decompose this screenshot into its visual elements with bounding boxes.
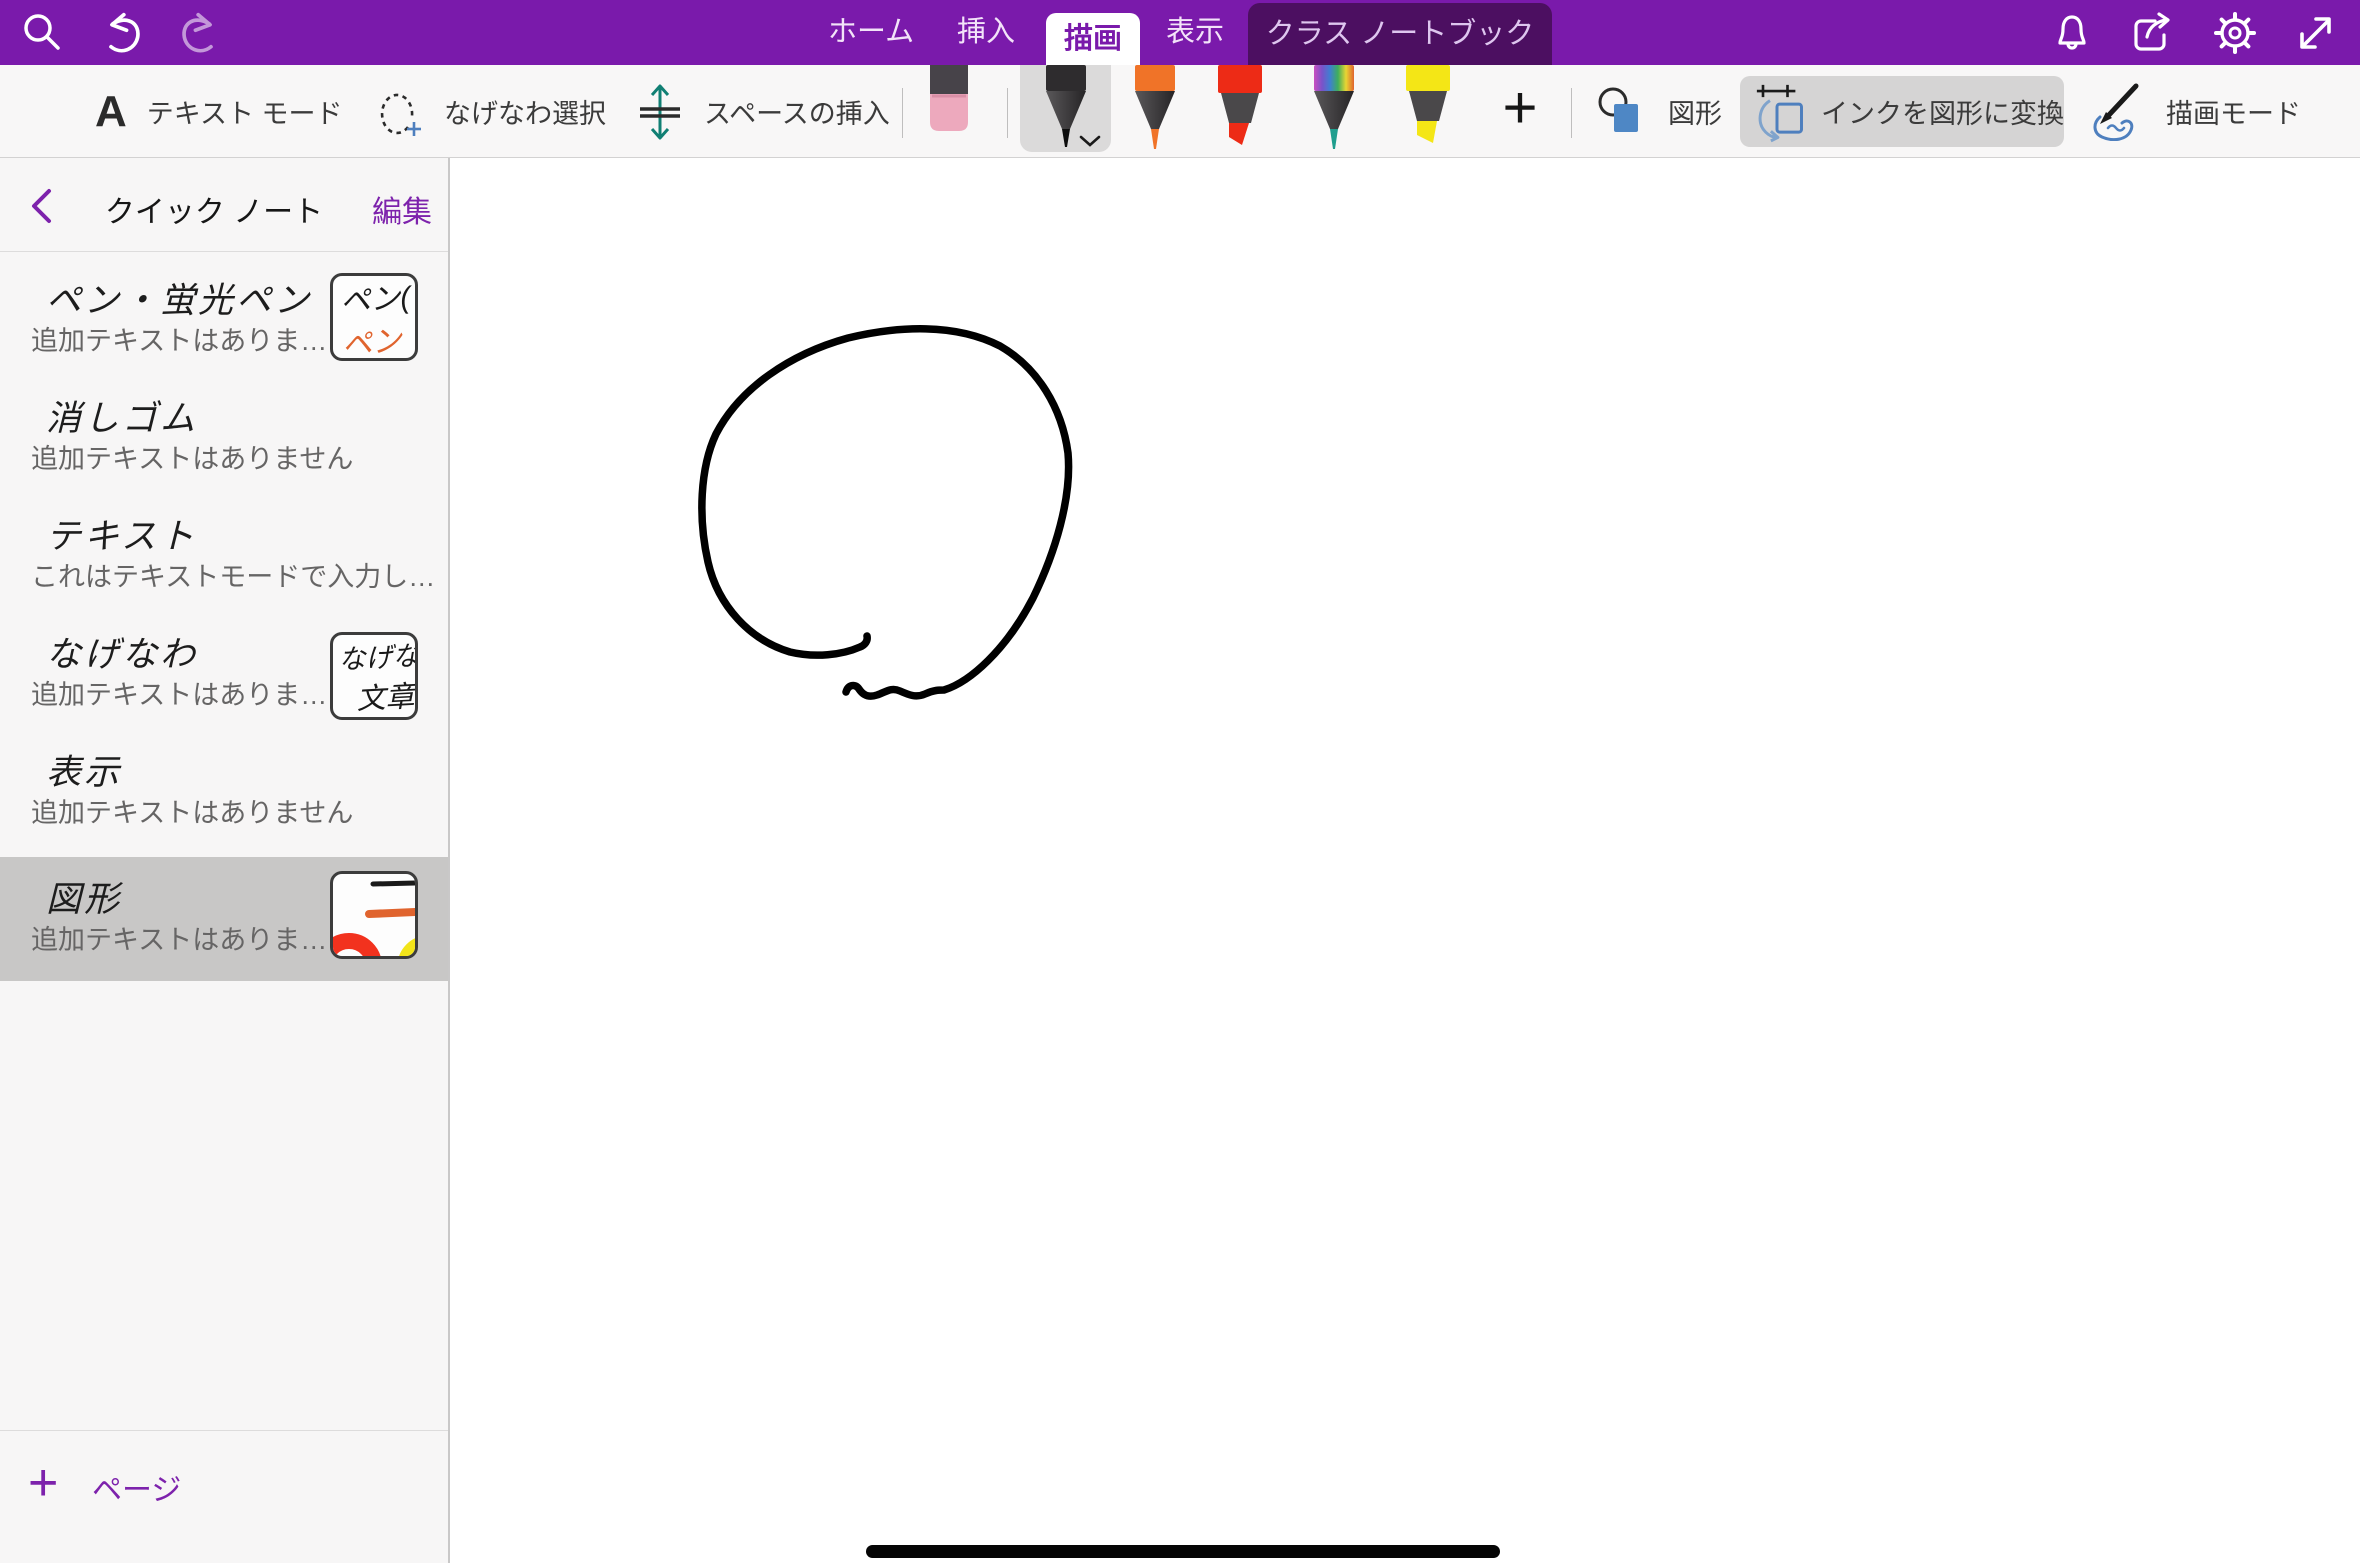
page-item-pen-highlighter[interactable]: ペン・蛍光ペン 追加テキストはありま… ペン( ペン xyxy=(0,262,448,380)
page-title: 表示 xyxy=(46,744,122,795)
home-indicator-bar[interactable] xyxy=(866,1545,1500,1558)
red-marker[interactable] xyxy=(1214,65,1266,151)
svg-text:ペン(: ペン( xyxy=(339,281,414,319)
tab-view[interactable]: 表示 xyxy=(1166,0,1224,65)
insert-space-icon xyxy=(638,83,684,141)
page-item-eraser[interactable]: 消しゴム 追加テキストはありません xyxy=(0,380,448,498)
redo-icon[interactable] xyxy=(178,11,222,55)
lasso-icon xyxy=(378,85,424,139)
page-title: テキスト xyxy=(46,508,197,559)
page-subtitle: 追加テキストはありま… xyxy=(31,319,327,358)
page-title: なげなわ xyxy=(46,626,198,677)
page-item-shapes-selected[interactable]: 図形 追加テキストはありま… xyxy=(0,857,448,981)
notebook-section-title: クイック ノート xyxy=(70,187,358,231)
text-mode-label: テキスト モード xyxy=(147,92,343,131)
page-subtitle: 追加テキストはありません xyxy=(31,791,353,830)
svg-text:文章を: 文章を xyxy=(356,679,418,716)
page-subtitle: 追加テキストはありません xyxy=(31,437,353,476)
ink-to-shape-label: インクを図形に変換 xyxy=(1821,92,2064,131)
edit-button[interactable]: 編集 xyxy=(372,187,432,231)
add-pen-button[interactable]: + xyxy=(1492,79,1548,139)
page-item-text[interactable]: テキスト これはテキストモードで入力し… xyxy=(0,498,448,616)
top-app-bar: ホーム 挿入 描画 表示 クラス ノートブック xyxy=(0,0,2360,65)
svg-text:なげな: なげな xyxy=(338,641,418,675)
page-subtitle: 追加テキストはありま… xyxy=(31,673,327,712)
page-item-view[interactable]: 表示 追加テキストはありません xyxy=(0,734,448,852)
page-title: ペン・蛍光ペン xyxy=(46,272,312,323)
page-item-lasso[interactable]: なげなわ 追加テキストはありま… なげな 文章を xyxy=(0,616,448,734)
page-thumbnail: なげな 文章を xyxy=(330,632,418,720)
page-title: 図形 xyxy=(46,871,122,922)
gear-icon[interactable] xyxy=(2213,11,2257,55)
shapes-label: 図形 xyxy=(1668,92,1722,131)
bell-icon[interactable] xyxy=(2050,11,2094,55)
back-chevron-icon[interactable] xyxy=(28,188,54,224)
tab-class-notebook[interactable]: クラス ノートブック xyxy=(1248,3,1552,65)
shapes-button[interactable]: 図形 xyxy=(1596,65,1722,158)
draw-mode-icon xyxy=(2086,83,2146,141)
ink-stroke-circle xyxy=(450,158,2360,1563)
divider xyxy=(1571,88,1572,138)
page-thumbnail: ペン( ペン xyxy=(330,273,418,361)
tab-draw[interactable]: 描画 xyxy=(1046,13,1140,65)
expand-icon[interactable] xyxy=(2294,11,2338,55)
insert-space-label: スペースの挿入 xyxy=(704,92,890,131)
sidebar-header: クイック ノート 編集 xyxy=(0,158,448,252)
add-page-plus-icon[interactable]: + xyxy=(28,1453,58,1513)
chevron-down-icon[interactable] xyxy=(1079,135,1101,147)
page-subtitle: これはテキストモードで入力し… xyxy=(31,555,435,594)
ink-to-shape-icon xyxy=(1756,79,1805,145)
divider xyxy=(1007,88,1008,138)
rainbow-pen[interactable] xyxy=(1309,65,1359,153)
text-mode-icon: A xyxy=(95,90,127,134)
svg-text:ペン: ペン xyxy=(340,324,405,361)
draw-mode-button[interactable]: 描画モード xyxy=(2086,65,2301,158)
sidebar-footer: + ページ xyxy=(0,1430,448,1563)
ink-to-shape-button[interactable]: インクを図形に変換 xyxy=(1740,76,2064,147)
undo-icon[interactable] xyxy=(100,11,144,55)
tab-home[interactable]: ホーム xyxy=(828,0,914,65)
page-title: 消しゴム xyxy=(46,390,198,441)
shapes-icon xyxy=(1596,86,1648,138)
draw-ribbon: A テキスト モード なげなわ選択 スペースの挿入 xyxy=(0,65,2360,158)
draw-mode-label: 描画モード xyxy=(2166,92,2301,131)
page-thumbnail xyxy=(330,871,418,959)
drawing-canvas[interactable] xyxy=(450,158,2360,1563)
share-icon[interactable] xyxy=(2129,11,2173,55)
search-icon[interactable] xyxy=(20,11,64,55)
page-list-sidebar: クイック ノート 編集 ペン・蛍光ペン 追加テキストはありま… ペン( ペン 消… xyxy=(0,158,450,1563)
eraser-tool[interactable] xyxy=(930,65,968,133)
orange-pen[interactable] xyxy=(1130,65,1180,153)
insert-space-button[interactable]: スペースの挿入 xyxy=(638,65,890,158)
tab-insert[interactable]: 挿入 xyxy=(957,0,1015,65)
add-page-button[interactable]: ページ xyxy=(92,1465,181,1509)
text-mode-button[interactable]: A テキスト モード xyxy=(95,65,342,158)
lasso-select-button[interactable]: なげなわ選択 xyxy=(378,65,606,158)
lasso-select-label: なげなわ選択 xyxy=(444,92,606,131)
yellow-highlighter[interactable] xyxy=(1402,65,1454,151)
page-subtitle: 追加テキストはありま… xyxy=(31,918,327,957)
divider xyxy=(902,88,903,138)
